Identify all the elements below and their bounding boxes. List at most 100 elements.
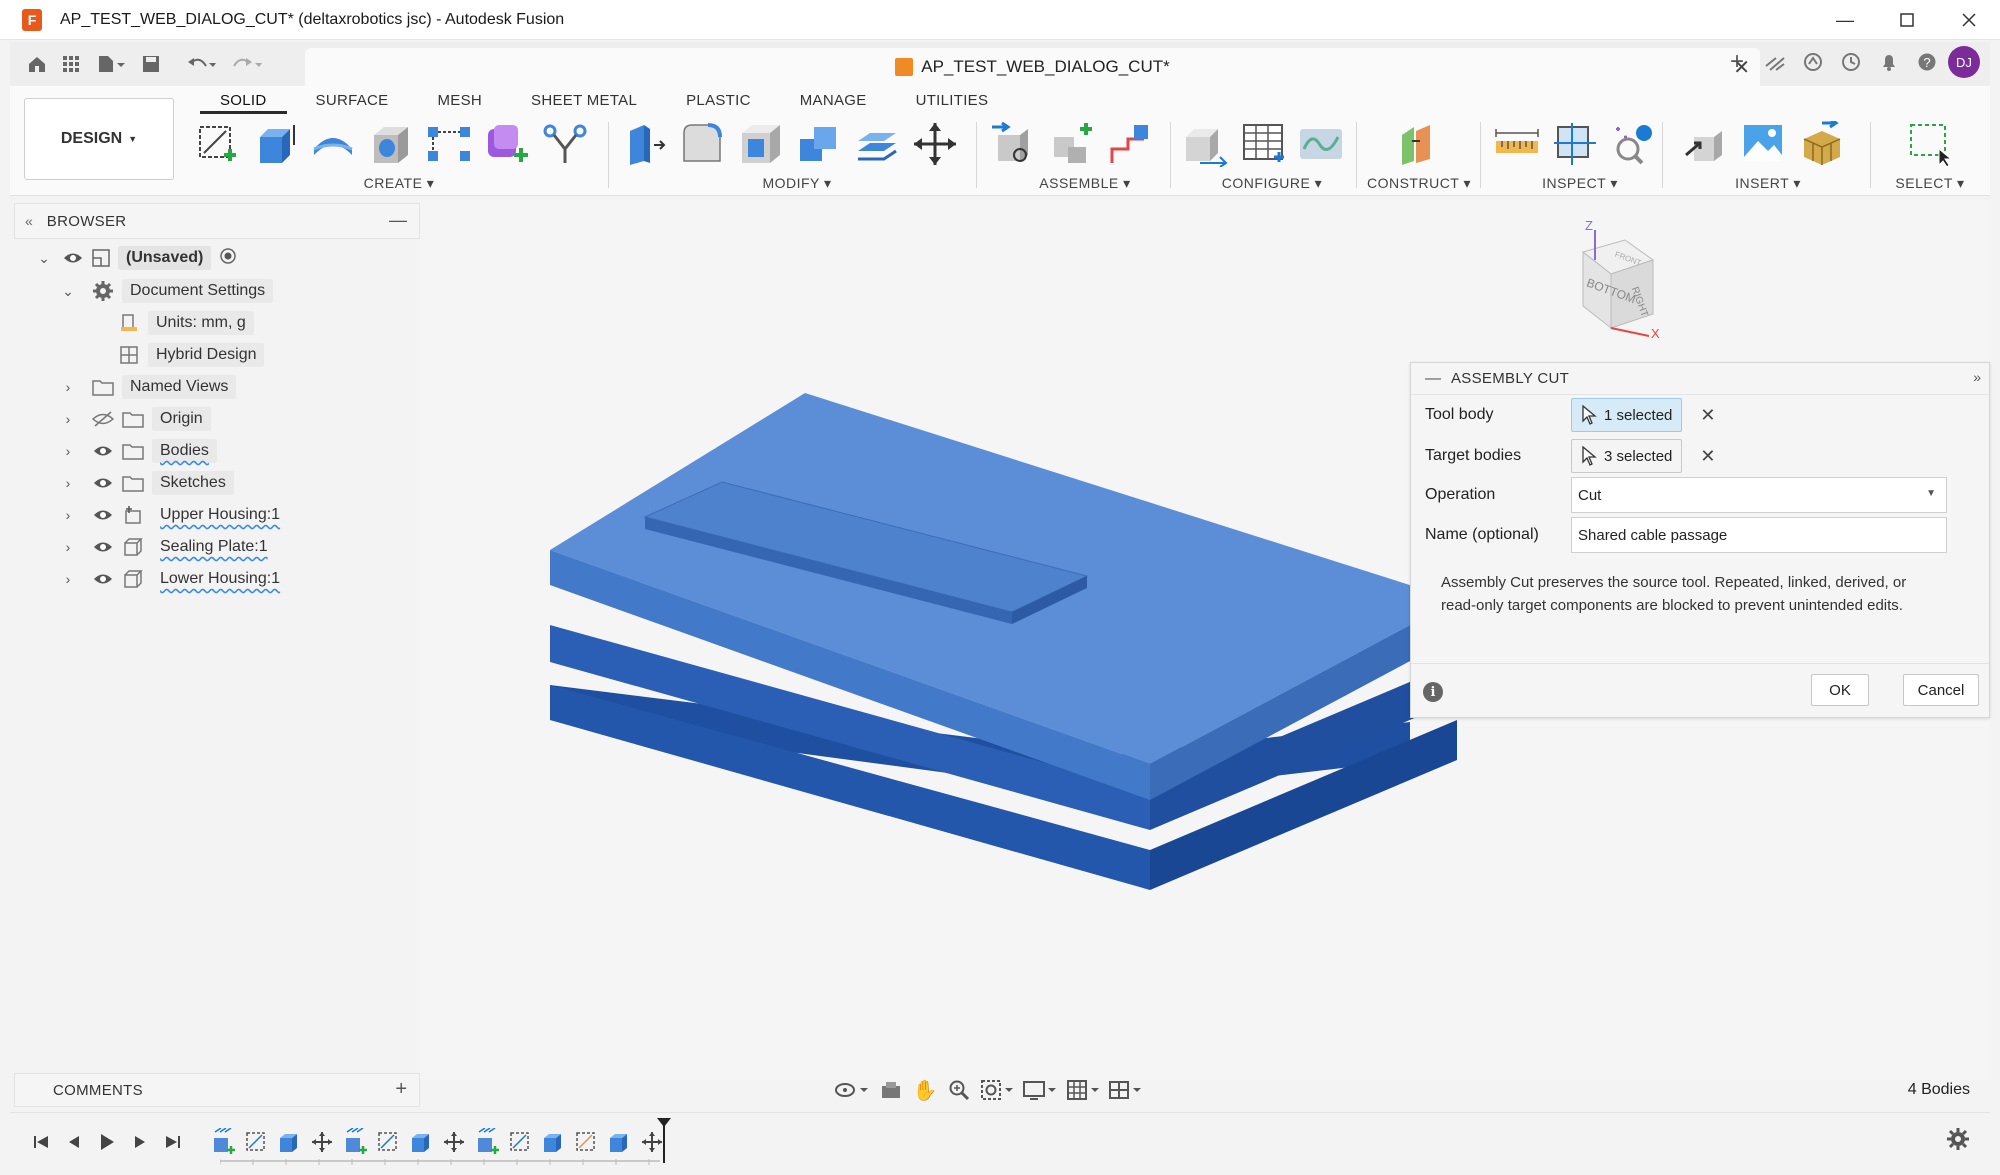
insert-derive-tool[interactable] — [1682, 121, 1728, 167]
tab-utilities[interactable]: UTILITIES — [896, 88, 1009, 114]
chevron-right-icon[interactable]: › — [60, 507, 76, 523]
eye-icon[interactable] — [92, 472, 114, 494]
timeline-feature-extrude[interactable] — [602, 1127, 635, 1157]
go-to-start-button[interactable] — [24, 1129, 57, 1155]
configure-tool-1[interactable] — [1182, 121, 1228, 168]
job-status-button[interactable] — [1798, 47, 1828, 77]
new-component-tool[interactable] — [990, 121, 1036, 167]
play-button[interactable] — [90, 1129, 123, 1155]
eye-icon[interactable] — [92, 504, 114, 526]
construct-group-label[interactable]: CONSTRUCT ▾ — [1364, 175, 1474, 192]
section-analysis-tool[interactable] — [1552, 121, 1598, 167]
rigid-group-tool[interactable] — [1106, 121, 1152, 167]
insert-canvas-tool[interactable] — [1740, 121, 1786, 167]
derive-tool[interactable] — [542, 121, 588, 167]
tree-lower-housing[interactable]: › Lower Housing:1 — [60, 564, 288, 594]
tab-solid[interactable]: SOLID — [200, 88, 287, 114]
redo-button[interactable] — [226, 49, 268, 79]
name-input[interactable] — [1571, 517, 1947, 553]
create-form-tool[interactable] — [484, 121, 530, 167]
chevron-right-icon[interactable]: › — [60, 443, 76, 459]
document-tab[interactable]: AP_TEST_WEB_DIALOG_CUT* ✕ — [305, 48, 1760, 86]
step-forward-button[interactable] — [123, 1129, 156, 1155]
zoom-tool[interactable] — [942, 1075, 976, 1105]
tree-named-views[interactable]: › Named Views — [60, 372, 237, 402]
home-button[interactable] — [22, 49, 52, 79]
chevron-right-icon[interactable]: › — [60, 379, 76, 395]
revolve-tool[interactable] — [310, 121, 356, 167]
minimize-button[interactable]: — — [1814, 0, 1876, 40]
timeline-feature-move[interactable] — [305, 1127, 338, 1157]
double-chevron-right-icon[interactable]: » — [1973, 369, 1981, 385]
info-icon[interactable]: i — [1423, 682, 1443, 702]
operation-select[interactable]: Cut ▼ — [1571, 477, 1947, 513]
go-to-end-button[interactable] — [156, 1129, 189, 1155]
eye-icon[interactable] — [92, 440, 114, 462]
target-bodies-selector[interactable]: 3 selected — [1571, 439, 1683, 473]
tab-surface[interactable]: SURFACE — [296, 88, 409, 114]
move-copy-tool[interactable] — [912, 121, 958, 167]
timeline-feature-sketch[interactable] — [503, 1127, 536, 1157]
assemble-group-label[interactable]: ASSEMBLE ▾ — [990, 175, 1180, 192]
select-tool[interactable] — [1907, 121, 1953, 168]
extensions-button[interactable] — [1760, 47, 1790, 77]
tree-document-settings[interactable]: ⌄ Document Settings — [60, 276, 274, 306]
chevron-right-icon[interactable]: › — [60, 571, 76, 587]
tab-plastic[interactable]: PLASTIC — [666, 88, 771, 114]
activate-radio-icon[interactable] — [219, 247, 237, 270]
undo-button[interactable] — [180, 49, 222, 79]
timeline-feature-extrude[interactable] — [404, 1127, 437, 1157]
step-back-button[interactable] — [57, 1129, 90, 1155]
tree-sketches[interactable]: › Sketches — [60, 468, 234, 498]
select-group-label[interactable]: SELECT ▾ — [1880, 175, 1980, 192]
file-menu-button[interactable] — [90, 49, 132, 79]
ok-button[interactable]: OK — [1811, 674, 1869, 706]
create-sketch-tool[interactable] — [194, 121, 240, 167]
tree-upper-housing[interactable]: › Upper Housing:1 — [60, 500, 288, 530]
tab-manage[interactable]: MANAGE — [780, 88, 887, 114]
tool-body-selector[interactable]: 1 selected — [1571, 398, 1683, 432]
interference-tool[interactable] — [1610, 121, 1656, 167]
history-button[interactable] — [1836, 47, 1866, 77]
browser-minimize-icon[interactable]: — — [389, 210, 407, 231]
close-window-button[interactable] — [1938, 0, 2000, 40]
view-cube[interactable]: BOTTOM RIGHT FRONT Z X — [1565, 218, 1675, 341]
timeline-feature-sketch[interactable] — [569, 1127, 602, 1157]
display-settings-tool[interactable] — [1018, 1075, 1062, 1105]
eye-icon[interactable] — [92, 568, 114, 590]
inspect-group-label[interactable]: INSPECT ▾ — [1494, 175, 1666, 192]
insert-mesh-tool[interactable] — [1798, 117, 1844, 167]
maximize-button[interactable] — [1876, 0, 1938, 40]
configure-table-tool[interactable] — [1240, 121, 1286, 167]
insert-group-label[interactable]: INSERT ▾ — [1682, 175, 1854, 192]
data-panel-button[interactable] — [56, 49, 86, 79]
help-button[interactable]: ? — [1912, 47, 1942, 77]
press-pull-tool[interactable] — [622, 121, 668, 167]
orbit-tool[interactable] — [830, 1075, 874, 1105]
timeline-feature-extrude[interactable] — [536, 1127, 569, 1157]
eye-icon[interactable] — [62, 247, 84, 269]
new-tab-button[interactable]: + — [1722, 47, 1752, 77]
extrude-tool[interactable] — [252, 121, 298, 167]
combine-tool[interactable] — [796, 121, 842, 167]
save-button[interactable] — [136, 49, 166, 79]
shell-tool[interactable] — [738, 121, 784, 167]
eye-icon[interactable] — [92, 536, 114, 558]
tree-sealing-plate[interactable]: › Sealing Plate:1 — [60, 532, 276, 562]
workspace-switcher[interactable]: DESIGN ▼ — [24, 98, 174, 180]
tree-hybrid-design[interactable]: Hybrid Design — [118, 340, 265, 370]
notifications-button[interactable] — [1874, 47, 1904, 77]
chevron-right-icon[interactable]: › — [60, 411, 76, 427]
tree-root-row[interactable]: ⌄ (Unsaved) — [36, 243, 237, 273]
create-group-label[interactable]: CREATE ▾ — [194, 175, 604, 192]
clear-tool-body-icon[interactable]: ✕ — [1700, 405, 1715, 426]
tab-sheet-metal[interactable]: SHEET METAL — [511, 88, 657, 114]
chevron-right-icon[interactable]: › — [60, 475, 76, 491]
user-avatar[interactable]: DJ — [1948, 46, 1980, 78]
add-comment-icon[interactable]: + — [395, 1078, 407, 1101]
chevron-down-icon[interactable]: ⌄ — [60, 283, 76, 299]
dialog-header[interactable]: — ASSEMBLY CUT » — [1411, 363, 1989, 395]
double-chevron-left-icon[interactable]: « — [25, 213, 33, 229]
chevron-down-icon[interactable]: ⌄ — [36, 250, 52, 266]
offset-plane-tool[interactable] — [1396, 121, 1442, 167]
